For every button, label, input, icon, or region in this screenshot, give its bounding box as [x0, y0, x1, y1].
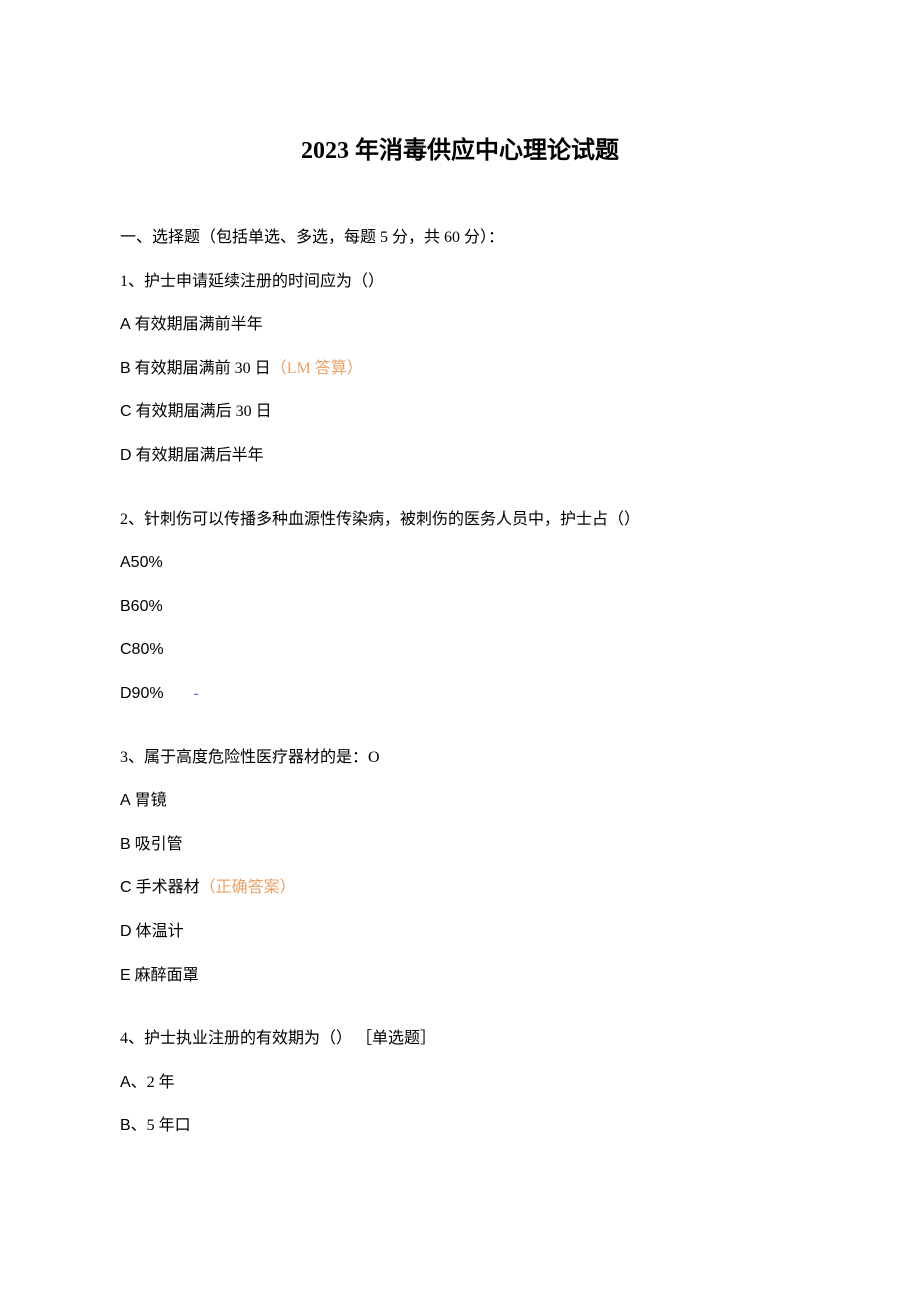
option-text: D90%: [120, 685, 164, 702]
section-header: 一、选择题（包括单选、多选，每题 5 分，共 60 分）：: [120, 225, 800, 251]
q2-option-d: D90% -: [120, 681, 800, 707]
q3-option-d: D 体温计: [120, 919, 800, 945]
q1-stem: 1、护士申请延续注册的时间应为（）: [120, 269, 800, 295]
option-prefix: C: [120, 879, 132, 896]
answer-marker: （LM 答算）: [271, 360, 363, 377]
option-prefix: B: [120, 836, 131, 853]
q4-stem: 4、护士执业注册的有效期为（） ［单选题］: [120, 1026, 800, 1052]
q3-option-b: B 吸引管: [120, 832, 800, 858]
option-text: 有效期届满前半年: [131, 316, 263, 333]
option-prefix: A: [120, 792, 131, 809]
q1-option-d: D 有效期届满后半年: [120, 443, 800, 469]
q4-option-b: B、5 年口: [120, 1113, 800, 1139]
q1-option-c: C 有效期届满后 30 日: [120, 399, 800, 425]
document-title: 2023 年消毒供应中心理论试题: [120, 130, 800, 165]
q1-option-a: A 有效期届满前半年: [120, 312, 800, 338]
answer-marker: （正确答案）: [200, 879, 296, 896]
q3-option-c: C 手术器材（正确答案）: [120, 875, 800, 901]
option-text: 体温计: [132, 923, 184, 940]
option-prefix: B: [120, 360, 131, 377]
option-prefix: D: [120, 447, 132, 464]
option-prefix: A: [120, 316, 131, 333]
document-page: 2023 年消毒供应中心理论试题 一、选择题（包括单选、多选，每题 5 分，共 …: [0, 0, 920, 1217]
q3-option-a: A 胃镜: [120, 788, 800, 814]
q1-option-b: B 有效期届满前 30 日（LM 答算）: [120, 356, 800, 382]
option-text: 麻醉面罩: [131, 967, 199, 984]
option-prefix: D: [120, 923, 132, 940]
q4-option-a: A、2 年: [120, 1070, 800, 1096]
dash-mark: -: [194, 685, 199, 702]
option-prefix: C: [120, 403, 132, 420]
q2-option-a: A50%: [120, 550, 800, 576]
q3-option-e: E 麻醉面罩: [120, 963, 800, 989]
option-text: 吸引管: [131, 836, 183, 853]
q2-option-c: C80%: [120, 637, 800, 663]
option-text: 、5 年口: [131, 1117, 191, 1134]
option-text: 有效期届满后半年: [132, 447, 264, 464]
option-text: 有效期届满前 30 日: [131, 360, 271, 377]
option-text: 胃镜: [131, 792, 167, 809]
option-text: 手术器材: [132, 879, 200, 896]
q2-option-b: B60%: [120, 594, 800, 620]
option-prefix: E: [120, 967, 131, 984]
q3-stem: 3、属于高度危险性医疗器材的是：O: [120, 745, 800, 771]
option-text: 、2 年: [131, 1074, 175, 1091]
option-prefix: B: [120, 1117, 131, 1134]
q2-stem: 2、针刺伤可以传播多种血源性传染病，被刺伤的医务人员中，护士占（）: [120, 507, 800, 533]
option-prefix: A: [120, 1074, 131, 1091]
option-text: 有效期届满后 30 日: [132, 403, 272, 420]
